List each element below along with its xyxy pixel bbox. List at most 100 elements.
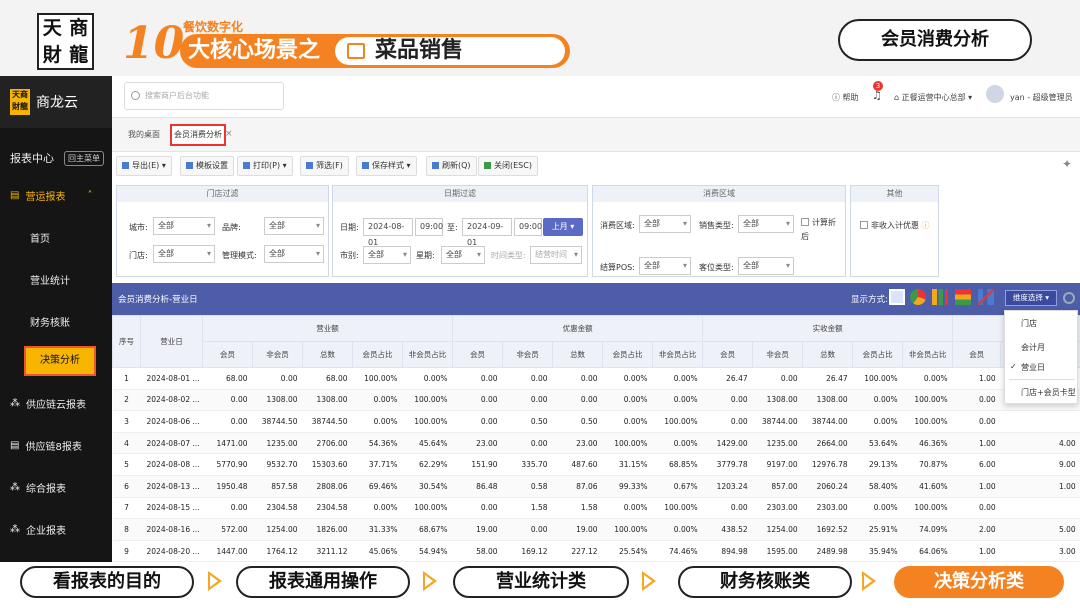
sub-col[interactable]: 会员 bbox=[452, 341, 504, 368]
export-button[interactable]: 导出(E) ▾ bbox=[116, 156, 172, 176]
tab-member-analysis[interactable]: 会员消费分析 bbox=[170, 124, 226, 146]
sub-col[interactable]: 会员 bbox=[702, 341, 754, 368]
end-date-input[interactable]: 2024-09-01 bbox=[462, 218, 512, 247]
bar-view-icon[interactable] bbox=[932, 289, 948, 305]
table-cell: 2024-08-06 ... bbox=[140, 410, 203, 433]
table-row[interactable]: 5 2024-08-08 ... 5770.90 9532.70 15303.60 37.… bbox=[112, 453, 1080, 476]
table-row[interactable]: 4 2024-08-07 ... 1471.00 1235.00 2706.00 54.3… bbox=[112, 432, 1080, 455]
sub-col[interactable]: 非会员占比 bbox=[902, 341, 954, 368]
table-row[interactable]: 8 2024-08-16 ... 572.00 1254.00 1826.00 31.33… bbox=[112, 518, 1080, 541]
sub-col[interactable]: 总数 bbox=[302, 341, 353, 368]
table-row[interactable]: 7 2024-08-15 ... 0.00 2304.58 2304.58 0.00% 10… bbox=[112, 497, 1080, 520]
pin-icon[interactable]: ✦ bbox=[1062, 157, 1072, 171]
table-cell: 0.00% bbox=[652, 518, 703, 541]
sub-col[interactable]: 会员 bbox=[202, 341, 253, 368]
dropdown-item-store-card[interactable]: 门店+会员卡型 bbox=[1021, 387, 1076, 398]
seat-type-select[interactable]: 全部 bbox=[738, 257, 794, 275]
tab-desktop[interactable]: 我的桌面 bbox=[128, 129, 160, 140]
sidebar: 天商財龍 商龙云 报表中心 回主菜单 ▤ 营运报表 ˄ 首页 营业统计 财务核账 ⁂ 供… bbox=[0, 76, 112, 562]
stack-view-icon[interactable] bbox=[955, 289, 971, 305]
sidebar-item-business[interactable]: 营业统计 bbox=[30, 272, 70, 287]
col-day[interactable]: 营业日 bbox=[140, 315, 203, 368]
sub-col[interactable]: 非会员 bbox=[752, 341, 804, 368]
table-cell: 0.00% bbox=[652, 389, 703, 412]
start-time-input[interactable]: 09:00 bbox=[415, 218, 443, 236]
sidebar-item-supply-8[interactable]: ▤ 供应链8报表 bbox=[0, 438, 112, 453]
sub-col[interactable]: 会员占比 bbox=[852, 341, 904, 368]
sidebar-item-enterprise[interactable]: ⁂ 企业报表 bbox=[0, 522, 112, 537]
dimension-select-button[interactable]: 维度选择 ▾ bbox=[1005, 290, 1057, 306]
user-name[interactable]: yan - 超级管理员 bbox=[1010, 92, 1073, 103]
table-row[interactable]: 6 2024-08-13 ... 1950.48 857.58 2808.06 69.46… bbox=[112, 475, 1080, 498]
time-type-select[interactable]: 结营时间 bbox=[530, 246, 582, 264]
table-row[interactable]: 3 2024-08-06 ... 0.00 38744.50 38744.50 0.00%… bbox=[112, 410, 1080, 433]
table-row[interactable]: 1 2024-08-01 ... 68.00 0.00 68.00 100.00% 0.00… bbox=[112, 367, 1080, 390]
sub-col[interactable]: 非会员占比 bbox=[401, 341, 454, 368]
sidebar-item-decision[interactable]: 决策分析 bbox=[24, 346, 96, 376]
sub-col[interactable]: 非会员 bbox=[502, 341, 554, 368]
sub-col[interactable]: 会员 bbox=[952, 341, 1002, 368]
sale-type-select[interactable]: 全部 bbox=[738, 215, 794, 233]
table-cell: 0.00% bbox=[402, 367, 453, 390]
dropdown-item-month[interactable]: 会计月 bbox=[1021, 342, 1045, 353]
template-button[interactable]: 模板设置 bbox=[180, 156, 234, 176]
close-icon[interactable]: × bbox=[225, 129, 233, 139]
report-center-label: 报表中心 bbox=[10, 152, 54, 165]
nav-business[interactable]: 营业统计类 bbox=[453, 566, 629, 598]
save-style-button[interactable]: 保存样式 ▾ bbox=[356, 156, 417, 176]
end-time-input[interactable]: 09:00 bbox=[514, 218, 542, 236]
home-menu-button[interactable]: 回主菜单 bbox=[64, 150, 104, 166]
last-month-button[interactable]: 上月 ▾ bbox=[543, 218, 583, 236]
sub-col[interactable]: 会员占比 bbox=[602, 341, 654, 368]
start-date-input[interactable]: 2024-08-01 bbox=[363, 218, 413, 247]
nav-purpose[interactable]: 看报表的目的 bbox=[20, 566, 194, 598]
sidebar-item-finance[interactable]: 财务核账 bbox=[30, 314, 70, 329]
store-select[interactable]: 全部 bbox=[153, 245, 215, 263]
exclude-checkbox[interactable]: 非收入计优惠 ⓘ bbox=[860, 220, 930, 231]
refresh-button[interactable]: 刷新(Q) bbox=[426, 156, 477, 176]
ban-icon[interactable] bbox=[1063, 292, 1075, 304]
close-button[interactable]: 关闭(ESC) bbox=[478, 156, 538, 176]
nav-decision[interactable]: 决策分析类 bbox=[894, 566, 1064, 598]
table-row[interactable]: 9 2024-08-20 ... 1447.00 1764.12 3211.12 45.0… bbox=[112, 540, 1080, 563]
brand-mini-logo: 天商財龍 bbox=[10, 89, 30, 115]
sub-col[interactable]: 总数 bbox=[552, 341, 604, 368]
sidebar-item-home[interactable]: 首页 bbox=[30, 230, 50, 245]
sidebar-group-ops[interactable]: ▤ 营运报表 ˄ bbox=[0, 188, 112, 203]
table-view-icon[interactable] bbox=[889, 289, 905, 305]
filter-button[interactable]: 筛选(F) bbox=[300, 156, 349, 176]
nav-finance[interactable]: 财务核账类 bbox=[678, 566, 852, 598]
btn-label: 保存样式 bbox=[372, 161, 404, 170]
dropdown-item-store[interactable]: 门店 bbox=[1021, 318, 1037, 329]
pie-view-icon[interactable] bbox=[910, 289, 926, 305]
avatar[interactable] bbox=[986, 85, 1004, 103]
city-select[interactable]: 全部 bbox=[153, 217, 215, 235]
table-cell: 0.50 bbox=[502, 410, 553, 433]
sub-col[interactable]: 非会员 bbox=[252, 341, 303, 368]
table-cell: 1203.24 bbox=[702, 475, 753, 498]
pos-select[interactable]: 全部 bbox=[639, 257, 691, 275]
org-switcher[interactable]: ⌂ 正餐运营中心总部 ▾ bbox=[894, 92, 972, 103]
mode-select[interactable]: 全部 bbox=[264, 245, 324, 263]
week-select[interactable]: 全部 bbox=[441, 246, 485, 264]
table-cell: 5770.90 bbox=[202, 453, 253, 476]
market-select[interactable]: 全部 bbox=[363, 246, 411, 264]
sidebar-item-supply-cloud[interactable]: ⁂ 供应链云报表 bbox=[0, 396, 112, 411]
brand-select[interactable]: 全部 bbox=[264, 217, 324, 235]
area-select[interactable]: 全部 bbox=[639, 215, 691, 233]
sub-col[interactable]: 总数 bbox=[802, 341, 854, 368]
sub-col[interactable]: 会员占比 bbox=[352, 341, 403, 368]
help-link[interactable]: ⓘ 帮助 bbox=[832, 92, 859, 103]
sidebar-item-composite[interactable]: ⁂ 综合报表 bbox=[0, 480, 112, 495]
table-cell: 1254.00 bbox=[252, 518, 303, 541]
search-input[interactable]: 搜索商户后台功能 bbox=[124, 82, 284, 110]
dropdown-item-day[interactable]: 营业日 bbox=[1021, 362, 1045, 373]
discount-checkbox[interactable]: 计算折后 bbox=[801, 216, 841, 244]
table-cell: 1308.00 bbox=[252, 389, 303, 412]
table-row[interactable]: 2 2024-08-02 ... 0.00 1308.00 1308.00 0.00% 10… bbox=[112, 389, 1080, 412]
nav-common-ops[interactable]: 报表通用操作 bbox=[236, 566, 410, 598]
line-view-icon[interactable] bbox=[978, 289, 994, 305]
sub-col[interactable]: 非会员占比 bbox=[652, 341, 704, 368]
print-button[interactable]: 打印(P) ▾ bbox=[237, 156, 293, 176]
col-index[interactable]: 序号 bbox=[112, 315, 141, 368]
